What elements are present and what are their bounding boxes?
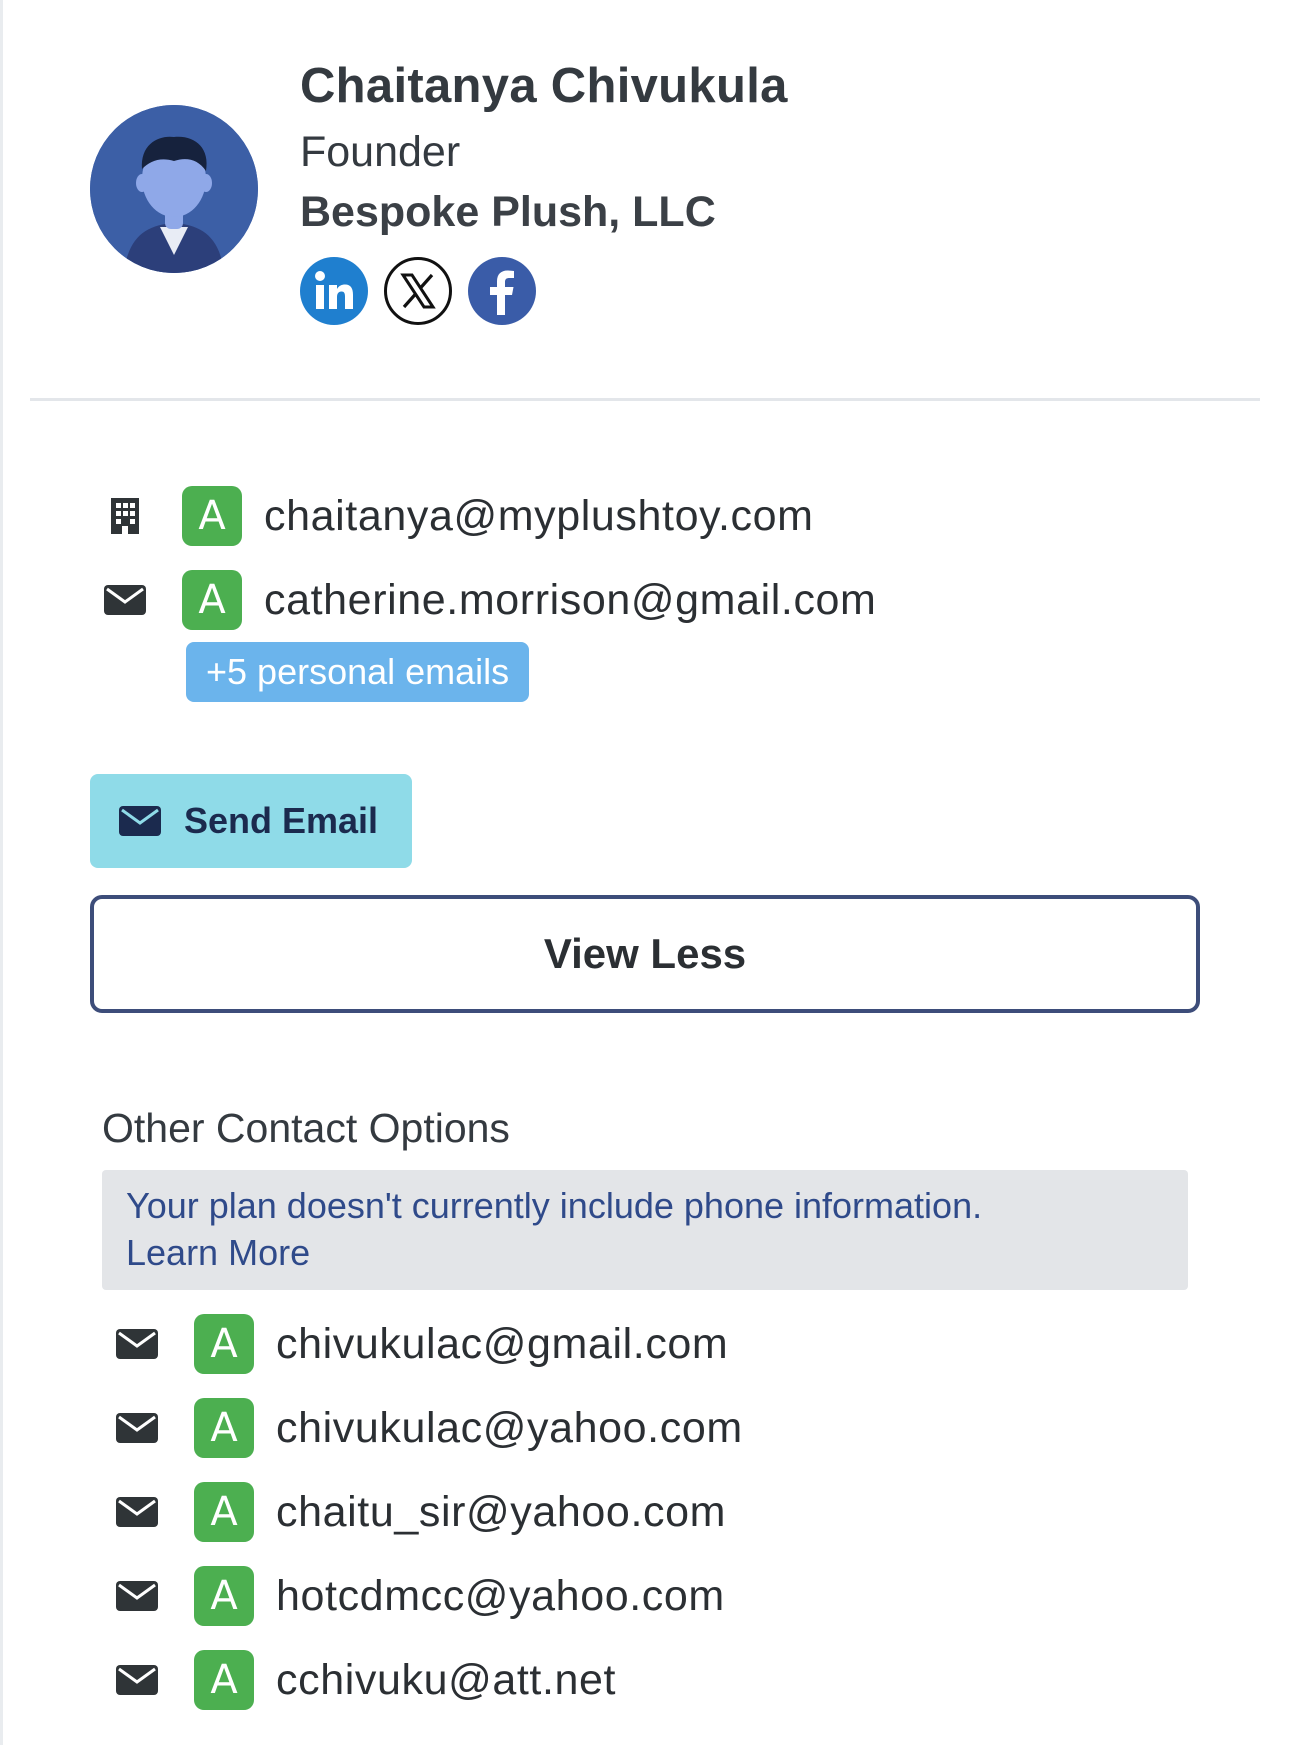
verified-badge: A xyxy=(182,570,242,630)
send-email-button[interactable]: Send Email xyxy=(90,774,412,868)
envelope-icon xyxy=(114,1412,160,1444)
contact-company: Bespoke Plush, LLC xyxy=(300,188,716,236)
section-divider xyxy=(30,398,1260,401)
plan-notice-text: Your plan doesn't currently include phon… xyxy=(126,1185,983,1226)
email-address[interactable]: cchivuku@att.net xyxy=(276,1656,616,1705)
envelope-icon xyxy=(114,1328,160,1360)
plan-notice: Your plan doesn't currently include phon… xyxy=(102,1170,1188,1290)
email-row-work[interactable]: A chaitanya@myplushtoy.com xyxy=(102,486,814,546)
avatar xyxy=(90,105,258,273)
linkedin-icon[interactable] xyxy=(300,257,368,325)
verified-badge: A xyxy=(182,486,242,546)
envelope-icon xyxy=(102,584,148,616)
envelope-icon xyxy=(114,1496,160,1528)
email-address[interactable]: hotcdmcc@yahoo.com xyxy=(276,1572,725,1621)
contact-name: Chaitanya Chivukula xyxy=(300,59,788,113)
email-row-personal[interactable]: A catherine.morrison@gmail.com xyxy=(102,570,876,630)
panel-left-border xyxy=(0,0,3,1745)
person-avatar-icon xyxy=(90,105,258,273)
contact-title: Founder xyxy=(300,128,461,176)
x-icon[interactable] xyxy=(384,257,452,325)
building-icon xyxy=(102,496,148,536)
other-contact-title: Other Contact Options xyxy=(102,1105,510,1151)
verified-badge: A xyxy=(194,1566,254,1626)
facebook-icon[interactable] xyxy=(468,257,536,325)
verified-badge: A xyxy=(194,1650,254,1710)
email-address[interactable]: chivukulac@gmail.com xyxy=(276,1320,728,1369)
list-item[interactable]: A cchivuku@att.net xyxy=(114,1650,616,1710)
email-address[interactable]: chivukulac@yahoo.com xyxy=(276,1404,743,1453)
verified-badge: A xyxy=(194,1314,254,1374)
list-item[interactable]: A chivukulac@yahoo.com xyxy=(114,1398,743,1458)
social-links xyxy=(300,257,536,327)
verified-badge: A xyxy=(194,1482,254,1542)
email-address[interactable]: chaitanya@myplushtoy.com xyxy=(264,492,814,541)
email-address[interactable]: catherine.morrison@gmail.com xyxy=(264,576,876,625)
verified-badge: A xyxy=(194,1398,254,1458)
email-address[interactable]: chaitu_sir@yahoo.com xyxy=(276,1488,726,1537)
learn-more-link[interactable]: Learn More xyxy=(126,1229,1164,1276)
list-item[interactable]: A hotcdmcc@yahoo.com xyxy=(114,1566,725,1626)
envelope-icon xyxy=(118,805,162,837)
send-email-label: Send Email xyxy=(184,800,379,841)
view-less-button[interactable]: View Less xyxy=(90,895,1200,1013)
list-item[interactable]: A chaitu_sir@yahoo.com xyxy=(114,1482,726,1542)
personal-emails-chip[interactable]: +5 personal emails xyxy=(186,642,530,702)
envelope-icon xyxy=(114,1580,160,1612)
list-item[interactable]: A chivukulac@gmail.com xyxy=(114,1314,728,1374)
envelope-icon xyxy=(114,1664,160,1696)
